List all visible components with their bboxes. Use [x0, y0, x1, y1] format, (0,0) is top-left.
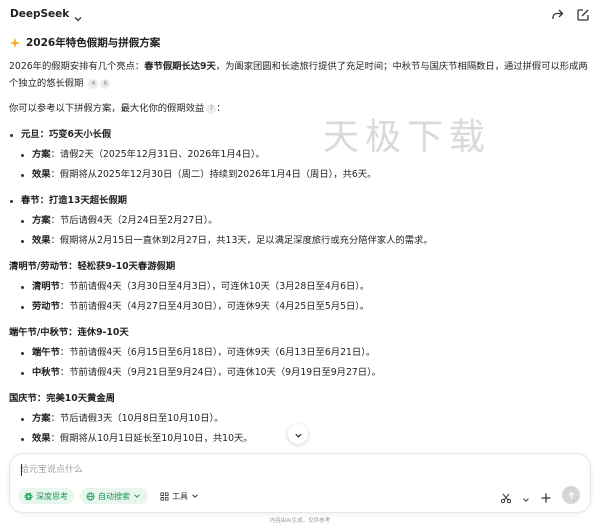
list-item: 中秋节 ：节前请假4天（9月21日至9月24日），可连休10天（9月19日至9月2… — [9, 365, 591, 381]
intro-bold: 春节假期长达9天 — [144, 61, 216, 72]
citation-badge[interactable]: 6 — [100, 79, 111, 89]
text-caret — [21, 464, 22, 476]
arrow-up-icon — [568, 491, 574, 499]
section-dragon-midautumn: 端午节/中秋节：连休9-10天 端午节 ：节前请假4天（6月15日至6月18日），… — [9, 325, 591, 381]
section-qingming-labor: 清明节/劳动节：轻松获9-10天春游假期 清明节 ：节前请假4天（3月30日至4月… — [9, 259, 591, 315]
section-heading: 清明节/劳动节：轻松获9-10天春游假期 — [9, 261, 176, 272]
plus-icon[interactable] — [540, 489, 552, 503]
chevron-down-icon — [191, 492, 200, 501]
section-new-year: 元旦：巧变6天小长假 方案 ：请假2天（2025年12月31日、2026年1月4日… — [9, 127, 591, 183]
sparkle-icon — [9, 37, 21, 49]
model-selector[interactable]: DeepSeek — [10, 8, 69, 20]
chevron-down-icon — [133, 492, 142, 501]
composer-options: 深度思考 自动搜索 工具 — [18, 488, 206, 504]
chevron-down-icon — [294, 425, 303, 444]
top-bar: DeepSeek — [0, 0, 600, 28]
citation-badge[interactable]: 4 — [88, 79, 99, 89]
list-item: 清明节 ：节前请假4天（3月30日至4月3日），可连休10天（3月28日至4月6日… — [9, 279, 591, 295]
section-heading: 端午节/中秋节：连休9-10天 — [9, 327, 129, 338]
atom-icon — [24, 492, 33, 501]
list-item: 效果 ：假期将从2月15日一直休到2月27日，共13天，足以满足深度旅行或充分陪伴… — [9, 233, 591, 249]
deep-think-toggle[interactable]: 深度思考 — [18, 488, 74, 504]
message-input[interactable] — [20, 462, 560, 478]
share-icon[interactable] — [550, 7, 564, 21]
section-heading: 国庆节：完美10天黄金周 — [9, 393, 115, 404]
send-button[interactable] — [562, 486, 580, 504]
grid-icon — [160, 491, 169, 501]
list-item: 端午节 ：节前请假4天（6月15日至6月18日），可连休9天（6月13日至6月21… — [9, 345, 591, 361]
list-item: 效果 ：假期将从2025年12月30日（周二）持续到2026年1月4日（周日），共… — [9, 167, 591, 183]
new-chat-icon[interactable] — [576, 7, 590, 21]
answer-content: 2026年特色假期与拼假方案 2026年的假期安排有几个亮点：春节假期长达9天，… — [9, 35, 591, 445]
ai-disclaimer: 内容由AI生成，仅供参考 — [269, 518, 331, 524]
scissors-icon[interactable] — [500, 489, 512, 504]
globe-icon — [86, 491, 95, 501]
top-actions — [550, 7, 590, 21]
deep-think-label: 深度思考 — [36, 491, 68, 501]
scroll-down-button[interactable] — [288, 424, 308, 444]
composer-actions — [500, 486, 580, 504]
answer-title-text: 2026年特色假期与拼假方案 — [26, 37, 161, 49]
chevron-down-icon[interactable] — [522, 489, 530, 502]
section-heading: 春节：打造13天超长假期 — [9, 193, 591, 209]
intro-paragraph: 2026年的假期安排有几个亮点：春节假期长达9天，为阖家团圆和长途旅行提供了充足… — [9, 58, 591, 92]
tools-dropdown[interactable]: 工具 — [154, 488, 206, 504]
answer-title: 2026年特色假期与拼假方案 — [9, 35, 591, 50]
lead-paragraph: 你可以参考以下拼假方案，最大化你的假期效益 7： — [9, 103, 226, 114]
auto-search-label: 自动搜索 — [98, 491, 130, 501]
message-composer: 深度思考 自动搜索 工具 — [9, 453, 591, 513]
list-item: 方案 ：请假2天（2025年12月31日、2026年1月4日）。 — [9, 147, 591, 163]
citation-badge[interactable]: 7 — [206, 104, 217, 114]
intro-text: 2026年的假期安排有几个亮点： — [9, 61, 145, 72]
section-spring-festival: 春节：打造13天超长假期 方案 ：节后请假4天（2月24日至2月27日）。 效果：… — [9, 193, 591, 249]
chevron-down-icon[interactable] — [73, 9, 83, 22]
list-item: 劳动节 ：节前请假4天（4月27日至4月30日），可连休9天（4月25日至5月5日… — [9, 299, 591, 315]
tools-label: 工具 — [172, 491, 188, 501]
auto-search-dropdown[interactable]: 自动搜索 — [80, 488, 148, 504]
lead-text: 你可以参考以下拼假方案，最大化你的假期效益 — [9, 103, 205, 114]
list-item: 方案 ：节后请假4天（2月24日至2月27日）。 — [9, 213, 591, 229]
section-heading: 元旦：巧变6天小长假 — [9, 127, 591, 143]
